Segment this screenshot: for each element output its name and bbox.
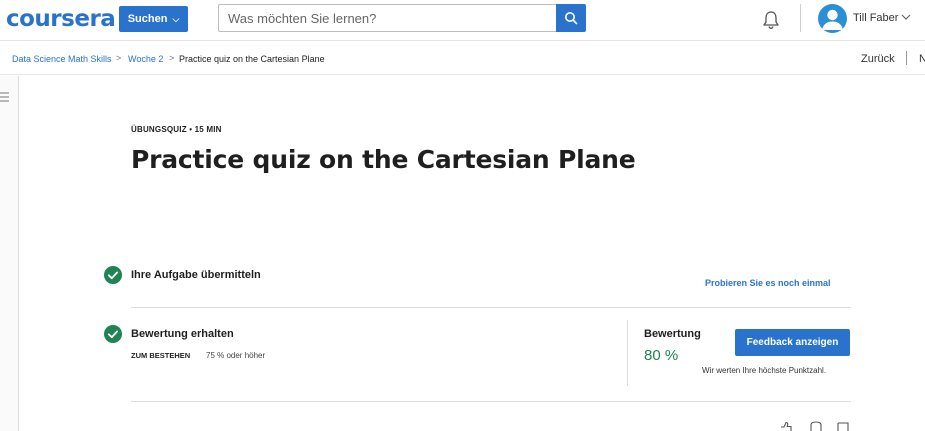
breadcrumb-course[interactable]: Data Science Math Skills <box>12 54 112 64</box>
user-name[interactable]: Till Faber <box>853 12 898 24</box>
receive-grade-label: Bewertung erhalten <box>131 328 234 340</box>
chevron-down-icon: ⌵ <box>172 13 180 24</box>
pass-requirement-value: 75 % oder höher <box>206 351 266 360</box>
grade-label: Bewertung <box>644 328 701 340</box>
suchen-button[interactable]: Suchen ⌵ <box>119 6 188 32</box>
search-input[interactable] <box>218 4 556 32</box>
submit-assignment-label: Ihre Aufgabe übermitteln <box>131 269 261 281</box>
breadcrumb-week[interactable]: Woche 2 <box>128 54 163 64</box>
grade-divider <box>627 320 628 386</box>
suchen-button-label: Suchen <box>127 13 168 25</box>
notification-bell-icon[interactable] <box>760 9 782 31</box>
search-icon <box>565 12 578 25</box>
avatar[interactable] <box>818 4 847 33</box>
nav-divider <box>906 51 907 65</box>
breadcrumb-separator: > <box>169 53 175 63</box>
search-submit-button[interactable] <box>556 4 586 32</box>
next-link[interactable]: N <box>919 53 925 65</box>
page-title: Practice quiz on the Cartesian Plane <box>131 145 636 174</box>
coursera-logo[interactable]: coursera <box>6 6 116 32</box>
top-header: coursera Suchen ⌵ Till Faber <box>0 0 925 41</box>
section-divider <box>131 307 851 308</box>
check-circle-icon <box>104 325 122 343</box>
quiz-eyebrow: ÜBUNGSQUIZ • 15 MIN <box>131 125 222 134</box>
user-avatar-icon <box>822 9 843 30</box>
hamburger-menu-icon[interactable] <box>0 91 10 103</box>
thumbs-up-icon[interactable] <box>779 421 793 431</box>
chevron-down-icon[interactable] <box>900 12 912 22</box>
sidebar-collapsed <box>0 76 19 431</box>
back-link[interactable]: Zurück <box>861 53 895 65</box>
section-divider <box>131 401 851 402</box>
header-divider <box>800 4 801 32</box>
flag-icon[interactable] <box>836 421 850 431</box>
breadcrumb: Data Science Math Skills > Woche 2 > Pra… <box>0 42 925 75</box>
comment-icon[interactable] <box>809 421 823 431</box>
retry-link[interactable]: Probieren Sie es noch einmal <box>705 278 831 288</box>
grade-note: Wir werten Ihre höchste Punktzahl. <box>702 366 827 375</box>
check-circle-icon <box>104 266 122 284</box>
breadcrumb-current: Practice quiz on the Cartesian Plane <box>179 54 325 64</box>
pass-requirement-label: ZUM BESTEHEN <box>131 351 191 360</box>
view-feedback-button[interactable]: Feedback anzeigen <box>735 329 850 356</box>
breadcrumb-separator: > <box>116 53 122 63</box>
grade-value: 80 % <box>644 347 679 364</box>
